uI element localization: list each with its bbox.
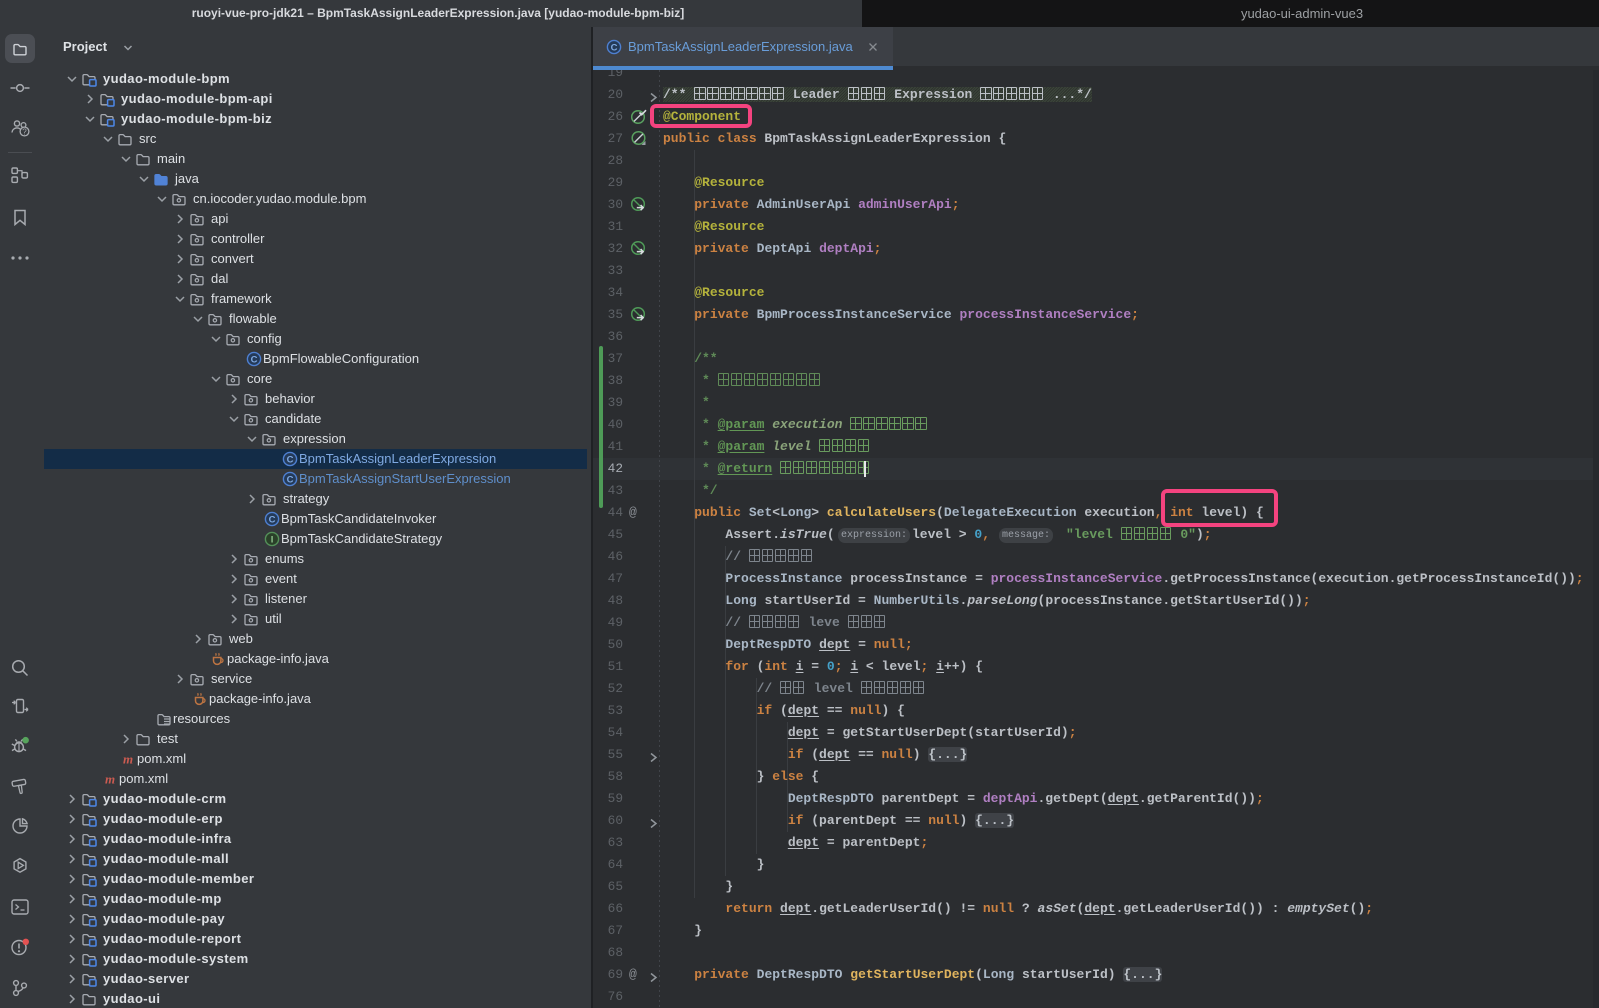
svg-text:m: m (105, 772, 115, 787)
svg-text:I: I (271, 534, 274, 545)
svg-text:C: C (287, 454, 294, 465)
svg-text:C: C (269, 514, 276, 525)
svg-text:C: C (287, 474, 294, 485)
svg-text:C: C (251, 354, 258, 365)
svg-text:?: ? (22, 128, 27, 137)
svg-text:C: C (611, 42, 618, 53)
svg-text:m: m (123, 752, 133, 767)
